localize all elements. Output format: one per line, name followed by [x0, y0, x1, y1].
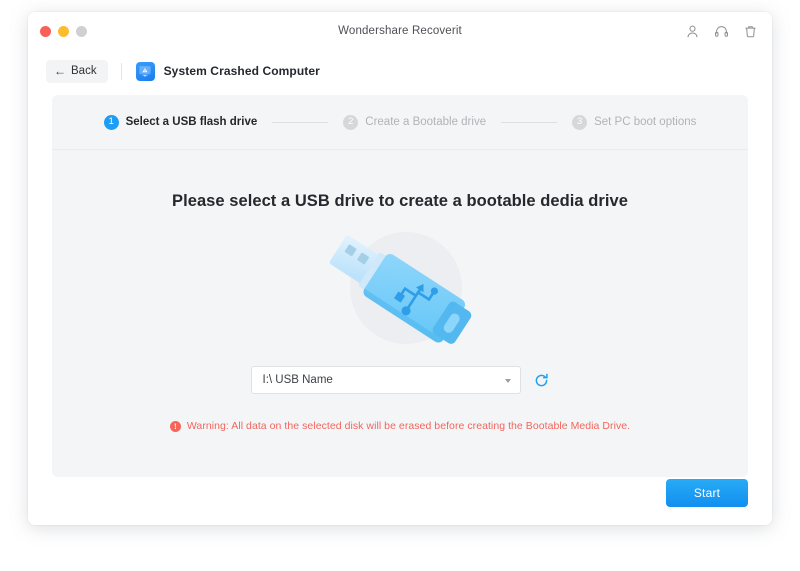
step-1-label: Select a USB flash drive	[125, 116, 258, 128]
step-2-number: 2	[343, 114, 359, 130]
module-nav-row: ← Back System Crashed Computer	[28, 52, 772, 90]
module-title: System Crashed Computer	[163, 64, 320, 78]
chevron-down-icon	[504, 379, 511, 383]
back-button-label: Back	[71, 65, 97, 77]
start-button[interactable]: Start	[666, 479, 748, 507]
wizard-card-body: Please select a USB drive to create a bo…	[52, 192, 748, 477]
step-3-set-pc-boot-options[interactable]: 3 Set PC boot options	[572, 114, 697, 130]
monitor-alert-icon	[135, 61, 155, 81]
step-connector-2	[501, 121, 558, 123]
usb-drive-select-value: I:\ USB Name	[262, 374, 333, 386]
trash-bin-icon[interactable]	[743, 24, 758, 39]
window-title: Wondershare Recoverit	[338, 25, 462, 37]
wizard-footer: Start	[28, 477, 772, 525]
step-1-select-usb-flash-drive[interactable]: 1 Select a USB flash drive	[103, 114, 258, 130]
user-account-icon[interactable]	[685, 24, 700, 39]
usb-drive-select[interactable]: I:\ USB Name	[250, 366, 521, 394]
step-3-label: Set PC boot options	[594, 116, 697, 128]
titlebar-actions	[685, 24, 758, 39]
warning-text: Warning: All data on the selected disk w…	[186, 420, 631, 432]
back-button[interactable]: ← Back	[46, 59, 108, 83]
headset-support-icon[interactable]	[714, 24, 729, 39]
nav-divider	[120, 62, 122, 80]
app-window: Wondershare Recoverit ← Back System Cras…	[28, 12, 772, 525]
usb-flash-drive-illustration	[300, 224, 500, 354]
step-3-number: 3	[572, 114, 588, 130]
drive-selector-row: I:\ USB Name	[52, 366, 748, 394]
wizard-card: 1 Select a USB flash drive 2 Create a Bo…	[52, 95, 748, 477]
usb-drive-graphic	[329, 235, 472, 344]
step-1-number: 1	[103, 114, 119, 130]
step-connector-1	[272, 121, 329, 123]
warning-message: ! Warning: All data on the selected disk…	[52, 420, 748, 432]
titlebar: Wondershare Recoverit	[28, 12, 772, 52]
back-arrow-icon: ←	[54, 63, 66, 78]
warning-exclamation-icon: !	[169, 420, 181, 432]
step-2-create-bootable-drive[interactable]: 2 Create a Bootable drive	[343, 114, 487, 130]
wizard-stepper: 1 Select a USB flash drive 2 Create a Bo…	[52, 95, 748, 150]
refresh-icon[interactable]	[533, 372, 550, 389]
step-2-label: Create a Bootable drive	[365, 116, 487, 128]
page-title: Please select a USB drive to create a bo…	[172, 192, 628, 210]
